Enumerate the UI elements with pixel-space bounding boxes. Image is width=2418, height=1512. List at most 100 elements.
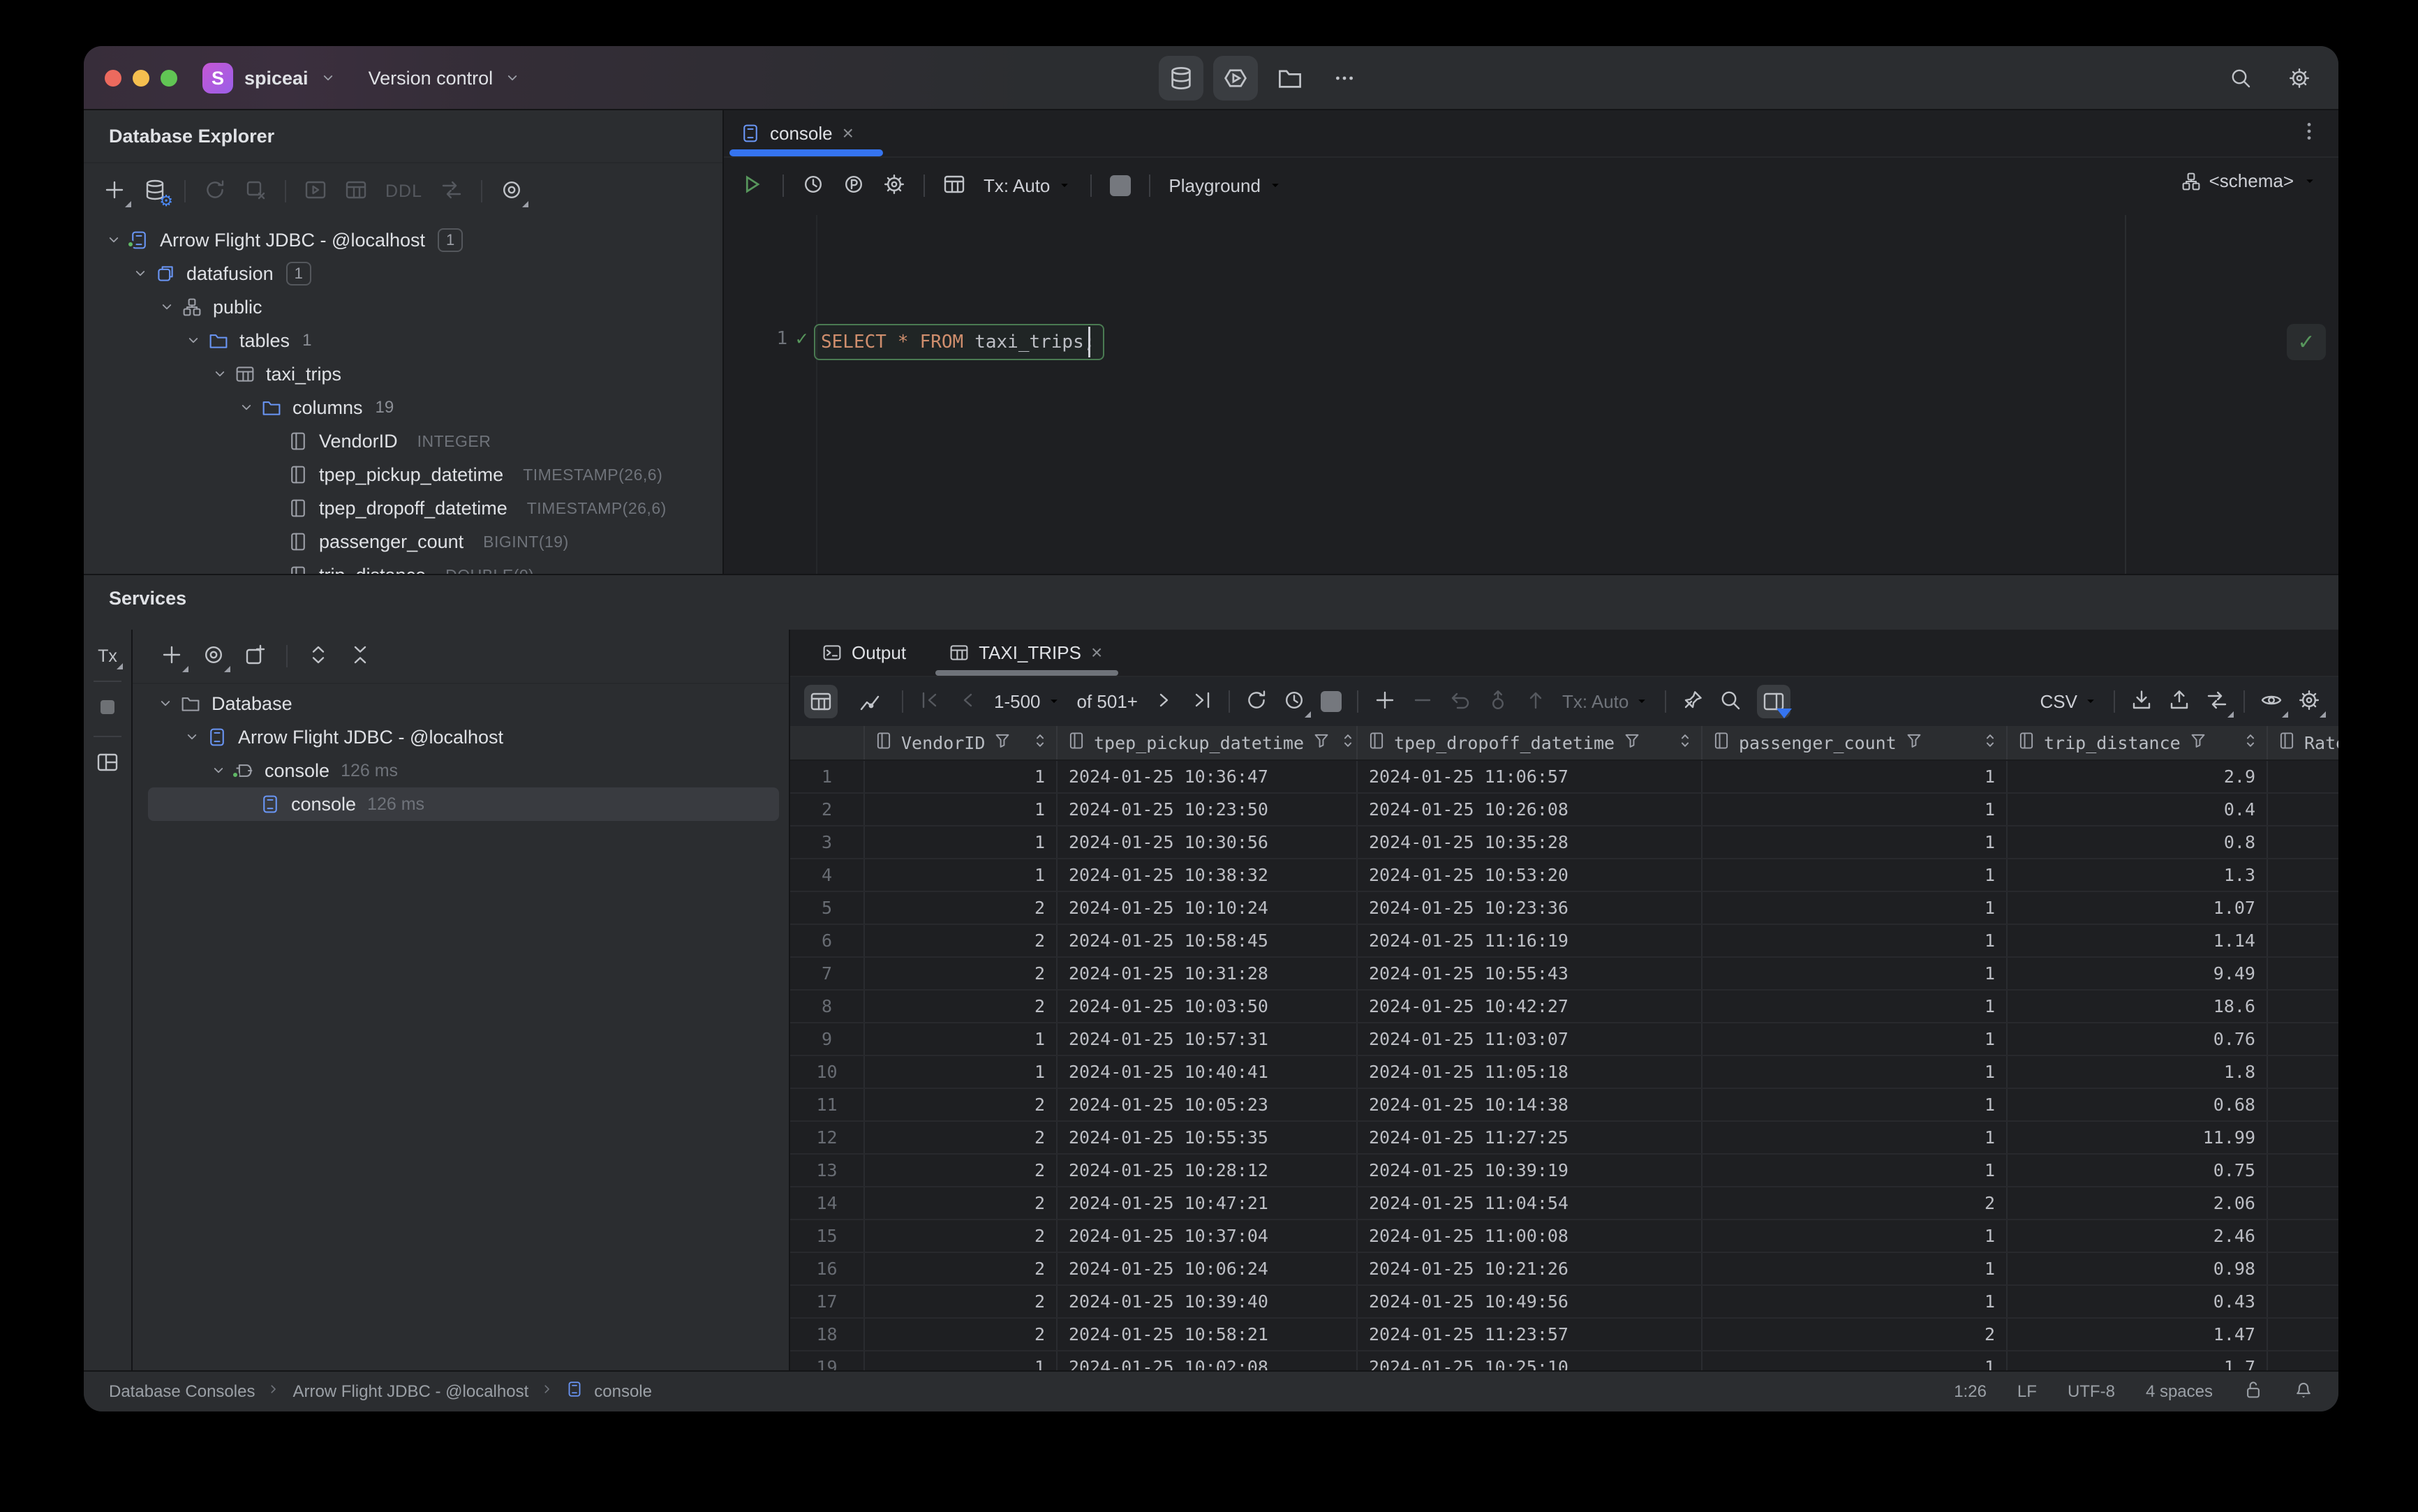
cell[interactable]: 0.8 bbox=[2008, 827, 2268, 858]
explorer-item-columns[interactable]: columns 19 bbox=[84, 391, 722, 424]
cell[interactable]: 1.8 bbox=[2008, 1056, 2268, 1088]
search-everywhere-button[interactable] bbox=[2218, 56, 2263, 101]
sql-statement[interactable]: SELECT * FROM taxi_trips; bbox=[814, 324, 1105, 360]
last-page-button[interactable] bbox=[1191, 689, 1213, 715]
cell[interactable]: 2024-01-25 10:02:08 bbox=[1058, 1351, 1358, 1370]
sort-icon[interactable] bbox=[1676, 732, 1694, 754]
submit-button[interactable] bbox=[1525, 689, 1547, 715]
cell[interactable]: 2024-01-25 10:38:32 bbox=[1058, 859, 1358, 891]
jump-to-console-button[interactable] bbox=[304, 179, 327, 205]
cell[interactable]: 0.4 bbox=[2008, 794, 2268, 825]
table-row[interactable]: 15 2 2024-01-25 10:37:04 2024-01-25 11:00:0… bbox=[790, 1220, 2338, 1253]
table-row[interactable]: 11 2 2024-01-25 10:05:23 2024-01-25 10:14:3… bbox=[790, 1089, 2338, 1122]
stop-button[interactable] bbox=[1110, 175, 1132, 196]
cell[interactable] bbox=[2268, 1253, 2338, 1284]
cell[interactable] bbox=[2268, 1319, 2338, 1350]
next-page-button[interactable] bbox=[1153, 689, 1175, 715]
cell[interactable]: 2024-01-25 10:26:08 bbox=[1358, 794, 1703, 825]
explorer-item-trip_distance[interactable]: trip_distance DOUBLE(0) bbox=[84, 558, 722, 574]
chevron-down-icon[interactable] bbox=[105, 232, 129, 249]
cell[interactable]: 1 bbox=[865, 1351, 1058, 1370]
table-row[interactable]: 13 2 2024-01-25 10:28:12 2024-01-25 10:39:1… bbox=[790, 1155, 2338, 1187]
cell[interactable]: 1 bbox=[1703, 925, 2008, 956]
filter-funnel-icon[interactable] bbox=[1905, 732, 1923, 754]
project-folder-button[interactable] bbox=[1268, 56, 1312, 101]
sort-icon[interactable] bbox=[2241, 732, 2260, 754]
explorer-item-datafusion[interactable]: datafusion 1 bbox=[84, 257, 722, 290]
filter-panel-button[interactable] bbox=[1757, 685, 1793, 718]
find-button[interactable] bbox=[1719, 689, 1742, 715]
view-options-button[interactable] bbox=[2260, 689, 2288, 718]
cell[interactable] bbox=[2268, 892, 2338, 924]
cell[interactable]: 1 bbox=[1703, 1122, 2008, 1153]
cell[interactable]: 2 bbox=[865, 1122, 1058, 1153]
collapse-all-button[interactable] bbox=[349, 644, 371, 669]
cell[interactable]: 2024-01-25 10:53:20 bbox=[1358, 859, 1703, 891]
zoom-window-button[interactable] bbox=[161, 70, 177, 87]
cell[interactable]: 1.47 bbox=[2008, 1319, 2268, 1350]
cell[interactable]: 2 bbox=[865, 925, 1058, 956]
filter-funnel-icon[interactable] bbox=[2189, 732, 2207, 754]
cell[interactable]: 2.06 bbox=[2008, 1187, 2268, 1219]
explorer-item-taxi_trips[interactable]: taxi_trips bbox=[84, 357, 722, 391]
cell[interactable]: 2024-01-25 10:58:21 bbox=[1058, 1319, 1358, 1350]
delete-row-button[interactable] bbox=[1411, 689, 1434, 715]
cell[interactable]: 2 bbox=[865, 958, 1058, 989]
cell[interactable]: 2.46 bbox=[2008, 1220, 2268, 1252]
cell[interactable]: 1 bbox=[865, 1023, 1058, 1055]
cell[interactable] bbox=[2268, 958, 2338, 989]
cell[interactable]: 1 bbox=[1703, 1253, 2008, 1284]
table-row[interactable]: 12 2 2024-01-25 10:55:35 2024-01-25 11:27:2… bbox=[790, 1122, 2338, 1155]
cell[interactable]: 2024-01-25 10:40:41 bbox=[1058, 1056, 1358, 1088]
import-data-button[interactable] bbox=[2168, 689, 2190, 715]
run-hexagon-button[interactable] bbox=[1213, 56, 1258, 101]
export-data-button[interactable] bbox=[2130, 689, 2153, 715]
cell[interactable] bbox=[2268, 1155, 2338, 1186]
close-tab-icon[interactable]: × bbox=[843, 122, 854, 144]
cell[interactable]: 1.07 bbox=[2008, 892, 2268, 924]
cell[interactable]: 2 bbox=[1703, 1319, 2008, 1350]
page-size-select[interactable]: 1-500 bbox=[994, 691, 1062, 713]
inspection-ok-badge[interactable]: ✓ bbox=[2287, 324, 2326, 360]
disconnect-button[interactable] bbox=[244, 179, 267, 205]
explorer-item-passenger_count[interactable]: passenger_count BIGINT(19) bbox=[84, 525, 722, 558]
ddl-button[interactable]: DDL bbox=[385, 181, 422, 202]
cell[interactable] bbox=[2268, 1056, 2338, 1088]
indent-style[interactable]: 4 spaces bbox=[2146, 1382, 2213, 1402]
version-control-menu[interactable]: Version control bbox=[369, 68, 494, 89]
cell[interactable]: 2 bbox=[1703, 1187, 2008, 1219]
cell[interactable]: 1 bbox=[865, 827, 1058, 858]
chevron-down-icon[interactable] bbox=[157, 695, 181, 712]
settings-button[interactable] bbox=[2277, 56, 2322, 101]
chevron-down-icon[interactable] bbox=[212, 366, 235, 383]
cell[interactable]: 2024-01-25 10:39:40 bbox=[1058, 1286, 1358, 1317]
chevron-down-icon[interactable] bbox=[132, 265, 156, 282]
column-header-Rate[interactable]: Rate bbox=[2268, 726, 2338, 759]
cell[interactable]: 1 bbox=[865, 761, 1058, 792]
cell[interactable]: 2024-01-25 11:06:57 bbox=[1358, 761, 1703, 792]
cell[interactable]: 1 bbox=[1703, 827, 2008, 858]
minimize-window-button[interactable] bbox=[133, 70, 149, 87]
cell[interactable]: 1.14 bbox=[2008, 925, 2268, 956]
cell[interactable] bbox=[2268, 1351, 2338, 1370]
cell[interactable] bbox=[2268, 1122, 2338, 1153]
table-row[interactable]: 1 1 2024-01-25 10:36:47 2024-01-25 11:06:57… bbox=[790, 761, 2338, 794]
reload-page-button[interactable] bbox=[1245, 689, 1268, 715]
more-actions-button[interactable] bbox=[1322, 56, 1367, 101]
cell[interactable]: 2024-01-25 10:35:28 bbox=[1358, 827, 1703, 858]
parameters-button[interactable] bbox=[843, 173, 865, 199]
cell[interactable] bbox=[2268, 761, 2338, 792]
column-header-tpep_dropoff_datetime[interactable]: tpep_dropoff_datetime bbox=[1358, 726, 1703, 759]
cell[interactable]: 0.75 bbox=[2008, 1155, 2268, 1186]
export-format-select[interactable]: CSV bbox=[2040, 691, 2098, 713]
cell[interactable]: 2 bbox=[865, 1286, 1058, 1317]
add-service-button[interactable] bbox=[161, 644, 188, 672]
new-datasource-button[interactable] bbox=[103, 179, 131, 207]
add-row-button[interactable] bbox=[1374, 689, 1396, 715]
cell[interactable]: 1 bbox=[865, 794, 1058, 825]
table-row[interactable]: 8 2 2024-01-25 10:03:50 2024-01-25 10:42:27… bbox=[790, 991, 2338, 1023]
compare-data-button[interactable] bbox=[2206, 689, 2234, 718]
explorer-item-tables[interactable]: tables 1 bbox=[84, 324, 722, 357]
grid-settings-button[interactable] bbox=[2298, 689, 2326, 718]
refresh-button[interactable] bbox=[204, 179, 226, 205]
